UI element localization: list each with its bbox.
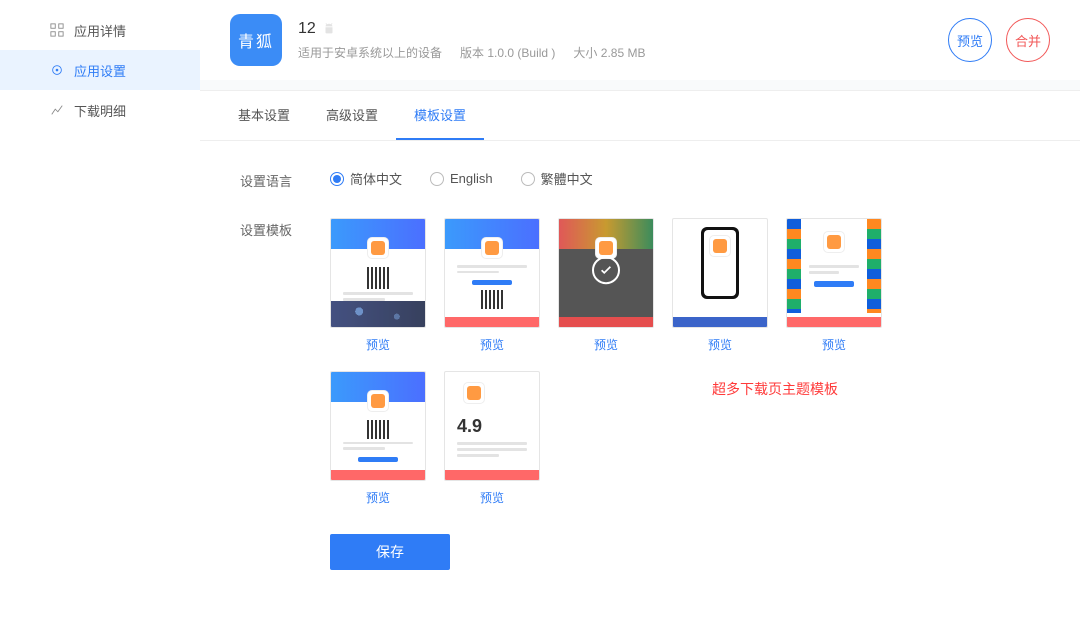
lang-label: 设置语言 [240, 169, 330, 190]
radio-dot-icon [430, 172, 444, 186]
promo-text: 超多下载页主题模板 [712, 379, 882, 399]
device-text: 适用于安卓系统以上的设备 [298, 44, 442, 61]
nav-app-settings[interactable]: 应用设置 [0, 50, 200, 90]
gear-icon [50, 63, 64, 77]
tabs: 基本设置 高级设置 模板设置 [200, 91, 1080, 141]
tab-template[interactable]: 模板设置 [396, 91, 484, 140]
template-preview-link[interactable]: 预览 [708, 336, 732, 353]
check-icon [592, 256, 620, 284]
app-meta: 12 适用于安卓系统以上的设备 版本 1.0.0 (Build ) 大小 2.8… [298, 20, 645, 61]
sidebar: 应用详情 应用设置 下载明细 [0, 0, 200, 626]
size-text: 大小 2.85 MB [573, 44, 645, 61]
template-preview-link[interactable]: 预览 [366, 336, 390, 353]
app-icon: 青狐 [230, 14, 282, 66]
header-actions: 预览 合并 [948, 18, 1050, 62]
row-language: 设置语言 简体中文 English 繁體中文 [240, 169, 1040, 190]
template-thumb-7[interactable]: 4.9 [444, 371, 540, 481]
version-text: 版本 1.0.0 (Build ) [460, 44, 555, 61]
nav-app-detail[interactable]: 应用详情 [0, 10, 200, 50]
template-item: 预览 [558, 218, 654, 353]
template-thumb-5[interactable] [786, 218, 882, 328]
template-item: 4.9 预览 [444, 371, 540, 506]
template-thumb-1[interactable] [330, 218, 426, 328]
radio-en[interactable]: English [430, 169, 493, 188]
radio-tc[interactable]: 繁體中文 [521, 169, 593, 188]
template-preview-link[interactable]: 预览 [594, 336, 618, 353]
template-thumb-3[interactable] [558, 218, 654, 328]
radio-dot-icon [330, 172, 344, 186]
tpl-label: 设置模板 [240, 218, 330, 239]
nav-label: 下载明细 [74, 101, 126, 120]
template-thumb-4[interactable] [672, 218, 768, 328]
save-button[interactable]: 保存 [330, 534, 450, 570]
template-preview-link[interactable]: 预览 [480, 489, 504, 506]
template-item: 预览 [330, 371, 426, 506]
merge-button[interactable]: 合并 [1006, 18, 1050, 62]
template-thumb-6[interactable] [330, 371, 426, 481]
nav-download-detail[interactable]: 下载明细 [0, 90, 200, 130]
template-preview-link[interactable]: 预览 [366, 489, 390, 506]
chart-icon [50, 103, 64, 117]
grid-icon [50, 23, 64, 37]
main: 青狐 12 适用于安卓系统以上的设备 版本 1.0.0 (Build ) 大小 … [200, 0, 1080, 626]
nav-label: 应用详情 [74, 21, 126, 40]
template-thumb-2[interactable] [444, 218, 540, 328]
radio-cn[interactable]: 简体中文 [330, 169, 402, 188]
radio-dot-icon [521, 172, 535, 186]
header: 青狐 12 适用于安卓系统以上的设备 版本 1.0.0 (Build ) 大小 … [200, 0, 1080, 80]
template-item: 预览 [444, 218, 540, 353]
template-preview-link[interactable]: 预览 [822, 336, 846, 353]
android-icon [322, 22, 336, 36]
app-title: 12 [298, 20, 316, 38]
template-item: 预览 [330, 218, 426, 353]
settings-card: 基本设置 高级设置 模板设置 设置语言 简体中文 English 繁體中文 设置… [200, 90, 1080, 626]
app-info: 青狐 12 适用于安卓系统以上的设备 版本 1.0.0 (Build ) 大小 … [230, 14, 645, 66]
tab-advanced[interactable]: 高级设置 [308, 91, 396, 140]
template-item: 预览 [786, 218, 882, 353]
row-templates: 设置模板 预览 预览 [240, 218, 1040, 506]
tab-content: 设置语言 简体中文 English 繁體中文 设置模板 预览 [200, 141, 1080, 600]
nav-label: 应用设置 [74, 61, 126, 80]
template-item: 预览 [672, 218, 768, 353]
template-preview-link[interactable]: 预览 [480, 336, 504, 353]
save-row: 保存 [330, 534, 1040, 570]
tab-basic[interactable]: 基本设置 [220, 91, 308, 140]
template-grid: 预览 预览 预览 预览 [330, 218, 1040, 506]
preview-button[interactable]: 预览 [948, 18, 992, 62]
